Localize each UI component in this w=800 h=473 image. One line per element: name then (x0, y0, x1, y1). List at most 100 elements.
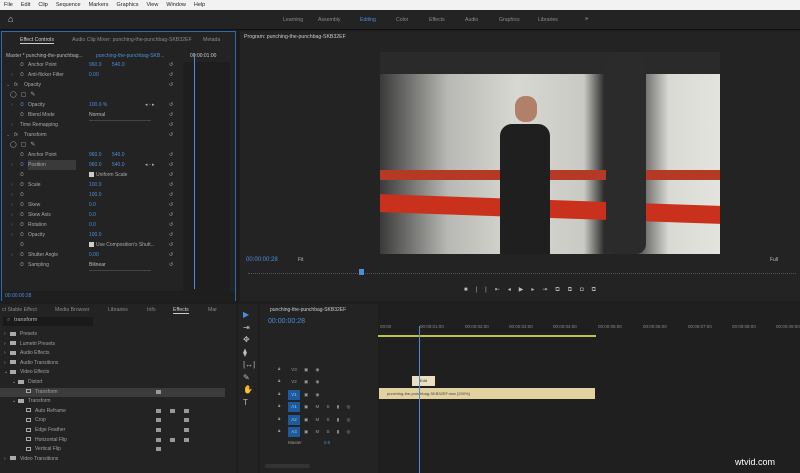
stopwatch-icon[interactable]: ⏱ (20, 260, 24, 270)
effects-folder[interactable]: › Lumetri Presets (0, 340, 225, 349)
stopwatch-icon[interactable]: ⏱ (20, 250, 24, 260)
razor-icon[interactable]: ⧫ (243, 348, 247, 357)
clip-select[interactable]: punching-the-punchbag-SKB... (96, 53, 164, 59)
property-value[interactable]: 0.0 (89, 220, 96, 230)
reset-icon[interactable]: ↺ (169, 100, 173, 110)
property-value-y[interactable]: 540.0 (112, 60, 125, 70)
timeline-zoom-scrollbar[interactable] (265, 464, 310, 468)
ec-playhead[interactable] (194, 54, 195, 289)
workspace-tab-effects[interactable]: Effects (429, 17, 445, 23)
reset-icon[interactable]: ↺ (169, 200, 173, 210)
stopwatch-icon[interactable]: ⏱ (20, 160, 24, 170)
reset-icon[interactable]: ↺ (169, 120, 173, 130)
keyframe-nav[interactable]: ◂ ◦ ▸ (145, 100, 155, 110)
reset-icon[interactable]: ↺ (169, 240, 173, 250)
reset-icon[interactable]: ↺ (169, 80, 173, 90)
menu-graphics[interactable]: Graphics (117, 2, 139, 8)
expand-chevron-icon[interactable]: › (11, 120, 13, 130)
checkbox-uniform-scale[interactable]: Uniform Scale (89, 170, 127, 180)
effects-folder[interactable]: › Audio Transitions (0, 359, 225, 368)
program-title[interactable]: Program: punching-the-punchbag-SKB32EF (244, 34, 346, 40)
property-value[interactable]: 100.0 (89, 230, 102, 240)
menu-clip[interactable]: Clip (38, 2, 47, 8)
expand-chevron-icon[interactable]: › (11, 180, 13, 190)
stopwatch-icon[interactable]: ⏱ (20, 170, 24, 180)
effect-item[interactable]: Edge Feather (0, 426, 225, 435)
expand-chevron-icon[interactable]: › (11, 200, 13, 210)
stopwatch-icon[interactable]: ⏱ (20, 100, 24, 110)
reset-icon[interactable]: ↺ (169, 60, 173, 70)
lock-icon[interactable]: 🔒︎ (278, 366, 280, 371)
tab-audio-clip-mixer[interactable]: Audio Clip Mixer: punching-the-punchbag-… (72, 37, 192, 43)
stopwatch-icon[interactable]: ⏱ (20, 210, 24, 220)
property-value[interactable]: 0.00 (89, 70, 99, 80)
track-target-toggle[interactable]: V2 (288, 377, 300, 387)
workspace-tab-libraries[interactable]: Libraries (538, 17, 558, 23)
workspace-tab-editing[interactable]: Editing (360, 17, 376, 23)
mask-tools[interactable]: ◯▢✎ (10, 90, 39, 100)
reset-icon[interactable]: ↺ (169, 110, 173, 120)
resolution-select[interactable]: Full (770, 257, 778, 263)
track-mute-solo-controls[interactable]: ▣ M S ▮ ◎ (304, 427, 353, 437)
checkbox-icon[interactable] (89, 172, 94, 178)
stopwatch-icon[interactable]: ⏱ (20, 230, 24, 240)
reset-icon[interactable]: ↺ (169, 210, 173, 220)
workspace-more-button[interactable]: » (585, 16, 588, 22)
program-scrubber[interactable] (248, 273, 796, 276)
zoom-fit-select[interactable]: Fit (298, 257, 304, 263)
stopwatch-icon[interactable]: ⏱ (20, 150, 24, 160)
menu-markers[interactable]: Markers (89, 2, 109, 8)
property-value-y[interactable]: 540.0 (112, 160, 125, 170)
stopwatch-icon[interactable]: ⏱ (20, 60, 24, 70)
effect-item[interactable]: Crop (0, 416, 225, 425)
effects-folder[interactable]: ⌄ Distort (0, 378, 225, 387)
expand-chevron-icon[interactable]: › (11, 220, 13, 230)
lock-icon[interactable]: 🔒︎ (278, 428, 280, 433)
reset-icon[interactable]: ↺ (169, 190, 173, 200)
master-value[interactable]: 0.0 (324, 440, 330, 445)
menu-sequence[interactable]: Sequence (56, 2, 81, 8)
hand-icon[interactable]: ✋ (243, 385, 253, 394)
track-target-toggle[interactable]: V1 (288, 389, 300, 400)
workspace-tab-color[interactable]: Color (396, 17, 408, 23)
workspace-tab-assembly[interactable]: Assembly (318, 17, 341, 23)
menu-window[interactable]: Window (166, 2, 186, 8)
work-area-bar[interactable] (378, 335, 596, 337)
property-value[interactable]: 960.0 (89, 60, 102, 70)
effects-folder[interactable]: ⌄ Transform (0, 397, 225, 406)
expand-chevron-icon[interactable]: › (11, 100, 13, 110)
tab-mar[interactable]: Mar (208, 307, 217, 313)
effect-item[interactable]: Vertical Flip (0, 445, 225, 454)
tab-metadata[interactable]: Metada (203, 37, 220, 43)
clip-v2[interactable]: Edit (412, 376, 435, 386)
reset-icon[interactable]: ↺ (169, 150, 173, 160)
expand-chevron-icon[interactable]: › (11, 250, 13, 260)
stopwatch-icon[interactable]: ⏱ (20, 190, 24, 200)
track-mute-solo-controls[interactable]: ▣ M S ▮ ◎ (304, 415, 353, 425)
tab-effect-controls[interactable]: Effect Controls (20, 37, 54, 44)
workspace-tab-graphics[interactable]: Graphics (499, 17, 520, 23)
track-visibility-controls[interactable]: ▣ ◉ (304, 390, 322, 400)
menu-edit[interactable]: Edit (21, 2, 30, 8)
stopwatch-icon[interactable]: ⏱ (20, 180, 24, 190)
program-playhead[interactable] (359, 269, 364, 275)
expand-chevron-icon[interactable]: › (11, 70, 13, 80)
effects-search-input[interactable]: ⌕ transform (3, 317, 93, 326)
track-select-icon[interactable]: ⇥ (243, 323, 250, 332)
keyframe-nav[interactable]: ◂ ◦ ▸ (145, 160, 155, 170)
menu-file[interactable]: File (4, 2, 13, 8)
effects-folder[interactable]: ⌄ Video Effects (0, 368, 225, 377)
reset-icon[interactable]: ↺ (169, 220, 173, 230)
property-value-y[interactable]: 540.0 (112, 150, 125, 160)
stopwatch-icon[interactable]: ⏱ (20, 240, 24, 250)
reset-icon[interactable]: ↺ (169, 130, 173, 140)
track-target-toggle[interactable]: A2 (288, 414, 300, 425)
reset-icon[interactable]: ↺ (169, 260, 173, 270)
mask-tools[interactable]: ◯▢✎ (10, 140, 39, 150)
collapse-chevron-icon[interactable]: ⌄ (6, 80, 10, 90)
lock-icon[interactable]: 🔒︎ (278, 378, 280, 383)
tab-libraries[interactable]: Libraries (108, 307, 128, 313)
type-icon[interactable]: T (243, 398, 248, 407)
menu-help[interactable]: Help (194, 2, 205, 8)
fx-icon[interactable]: fx (14, 130, 18, 140)
